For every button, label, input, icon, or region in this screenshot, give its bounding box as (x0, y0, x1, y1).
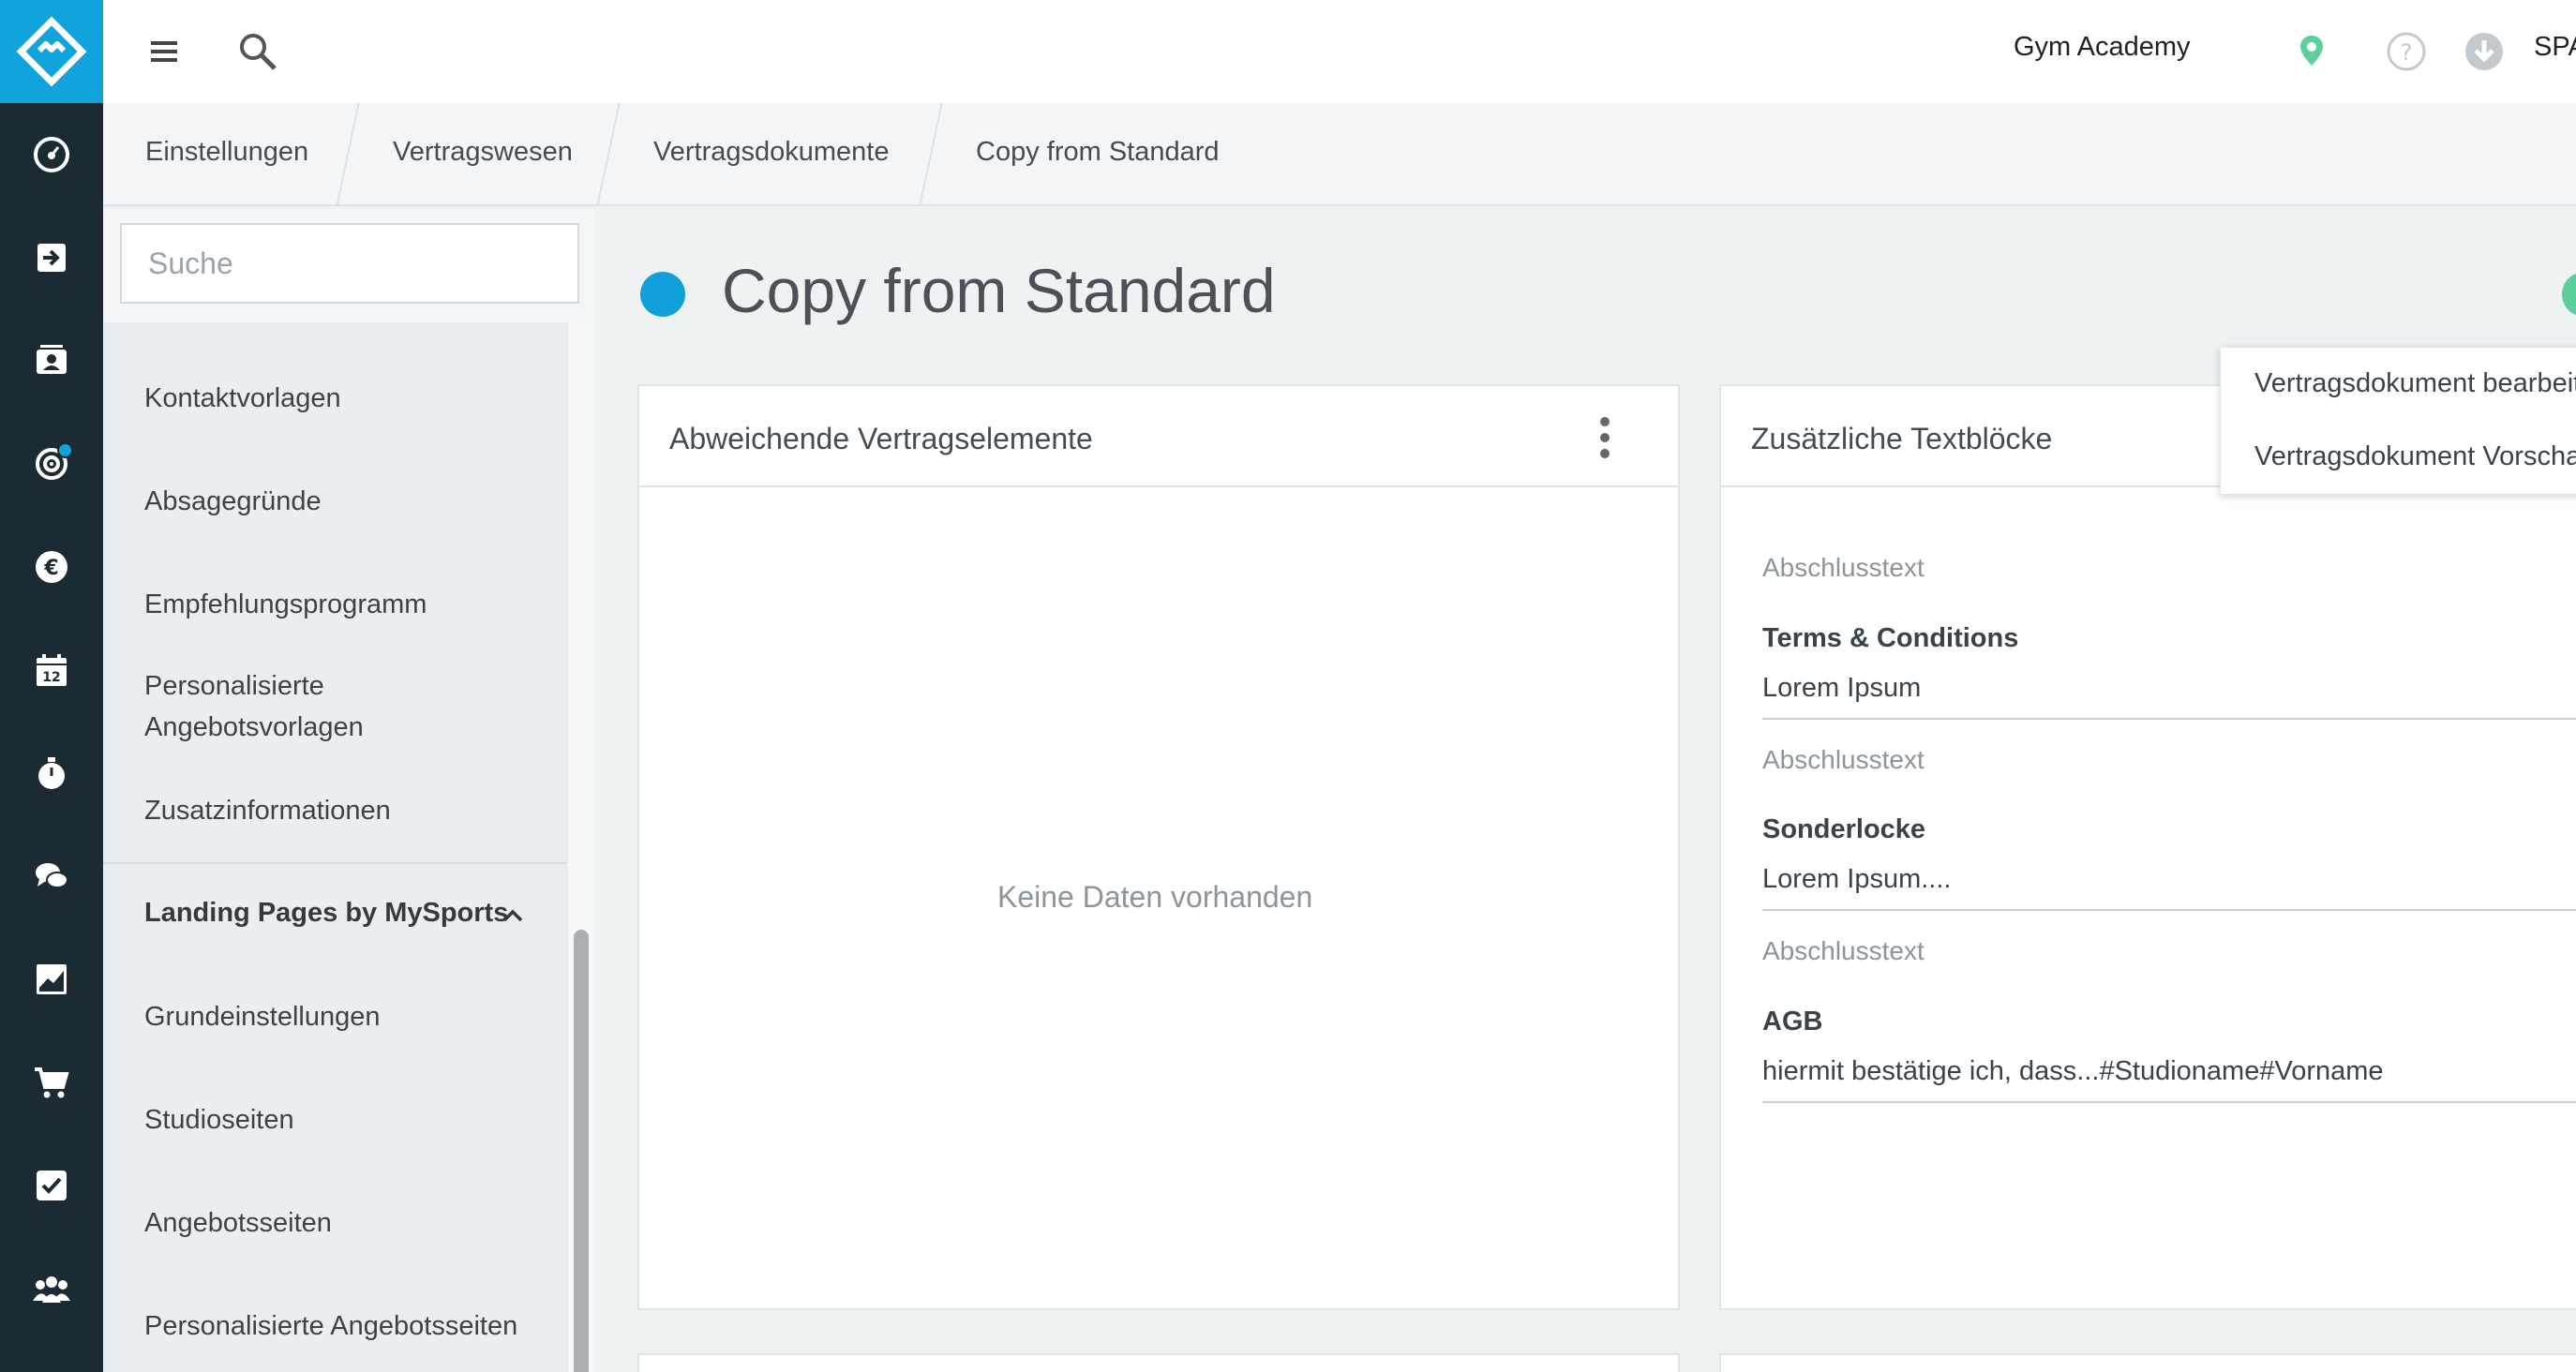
chevron-up-icon[interactable] (499, 902, 527, 930)
app-logo[interactable] (0, 0, 103, 103)
empty-state-text: Keine Daten vorhanden (997, 880, 1313, 914)
rail-analytics[interactable] (0, 928, 103, 1031)
contacts-icon (37, 345, 67, 374)
shop-cart-icon (35, 1067, 69, 1098)
menu-item-preview-document[interactable]: Vertragsdokument Vorschau (2254, 441, 2576, 472)
rail-tasks[interactable] (0, 1134, 103, 1237)
card-title: Abweichende Vertragselemente (669, 422, 1093, 455)
textblock-value: Lorem Ipsum.... (1762, 864, 1952, 894)
rail-shop[interactable] (0, 1031, 103, 1134)
card-bottom-right (1719, 1353, 2576, 1372)
download-icon[interactable] (2464, 31, 2505, 72)
textblock-label: Abschlusstext (1762, 745, 1925, 774)
timer-icon (38, 757, 65, 789)
status-indicator-green[interactable] (2562, 272, 2576, 317)
svg-text:12: 12 (42, 670, 60, 685)
rail-check-in[interactable] (0, 206, 103, 309)
sidebar-item-zusatzinformationen[interactable]: Zusatzinformationen (144, 790, 557, 831)
textblock-name: Terms & Conditions (1762, 623, 2019, 653)
card-zusaetzliche-textbloecke: Zusätzliche Textblöcke (1719, 384, 2576, 1310)
sidebar-scrollbar[interactable] (574, 930, 589, 1372)
breadcrumb-current: Copy from Standard (976, 137, 1220, 167)
textblock-value: Lorem Ipsum (1762, 673, 1922, 703)
sidebar-search-input[interactable] (120, 223, 579, 304)
textblock-label: Abschlusstext (1762, 553, 1925, 582)
svg-text:?: ? (2401, 39, 2413, 66)
textblock-underline (1762, 718, 2576, 720)
card-bottom-left (637, 1353, 1680, 1372)
menu-item-edit-document[interactable]: Vertragsdokument bearbeiten (2254, 368, 2576, 399)
euro-icon: € (36, 551, 67, 583)
search-button[interactable] (234, 28, 281, 75)
sidebar-item-personalisierte-angebotsvorlagen[interactable]: Personalisierte Angebotsvorlagen (144, 665, 426, 748)
calendar-icon: 12 (37, 654, 67, 686)
page-title: Copy from Standard (722, 256, 1276, 325)
textblock-label: Abschlusstext (1762, 936, 1925, 965)
dashboard-icon (34, 137, 69, 172)
rail-chat[interactable] (0, 825, 103, 928)
sidebar-item-grundeinstellungen[interactable]: Grundeinstellungen (144, 996, 557, 1037)
breadcrumb-contract-documents[interactable]: Vertragsdokumente (653, 137, 889, 168)
sidebar-divider (103, 862, 566, 864)
actions-dropdown: Vertragsdokument bearbeiten Vertragsdoku… (2220, 347, 2576, 495)
sidebar-item-empfehlungsprogramm[interactable]: Empfehlungsprogramm (144, 584, 557, 625)
textblock-name: Sonderlocke (1762, 814, 1926, 844)
rail-timer[interactable] (0, 722, 103, 825)
rail-leads[interactable] (0, 412, 103, 515)
rail-dashboard[interactable] (0, 103, 103, 206)
rail-contacts[interactable] (0, 309, 103, 412)
notification-dot (57, 442, 73, 458)
top-bar (103, 0, 2576, 103)
textblock-underline (1762, 909, 2576, 911)
breadcrumb-separator (596, 103, 621, 206)
textblock-underline (1762, 1101, 2576, 1103)
svg-text:€: € (43, 557, 58, 580)
breadcrumb: Einstellungen Vertragswesen Vertragsdoku… (103, 103, 2576, 206)
status-indicator-blue (640, 272, 685, 317)
members-icon (33, 1276, 70, 1303)
textblock-name: AGB (1762, 1007, 1823, 1036)
sidebar-item-kontaktvorlagen[interactable]: Kontaktvorlagen (144, 378, 557, 419)
hamburger-icon (151, 41, 177, 62)
card-header: Abweichende Vertragselemente (639, 386, 1678, 487)
icon-rail: € 12 (0, 0, 103, 1372)
chat-icon (36, 863, 68, 888)
search-icon (240, 34, 277, 70)
sidebar-item-angebotsseiten[interactable]: Angebotsseiten (144, 1202, 557, 1244)
tasks-icon (37, 1171, 67, 1200)
sidebar-section-landing-pages[interactable]: Landing Pages by MySports (144, 898, 508, 929)
breadcrumb-separator (919, 103, 943, 206)
textblock-value: hiermit bestätige ich, dass...#Studionam… (1762, 1056, 2384, 1086)
rail-calendar[interactable]: 12 (0, 619, 103, 722)
help-icon[interactable]: ? (2386, 31, 2427, 72)
menu-button[interactable] (145, 33, 183, 70)
settings-sidebar: Kontaktvorlagen Absagegründe Empfehlungs… (103, 208, 594, 1372)
user-menu[interactable]: SPA (2534, 32, 2576, 63)
sidebar-item-personalisierte-angebotsseiten[interactable]: Personalisierte Angebotsseiten (144, 1305, 557, 1347)
analytics-icon (37, 964, 67, 994)
sidebar-search-area (103, 208, 594, 322)
location-pin-icon[interactable] (2299, 34, 2325, 67)
rail-finance[interactable]: € (0, 515, 103, 619)
breadcrumb-contracts[interactable]: Vertragswesen (393, 137, 573, 168)
rail-members[interactable] (0, 1237, 103, 1340)
logo-icon (16, 16, 87, 87)
check-in-icon (37, 244, 66, 272)
sidebar-item-studioseiten[interactable]: Studioseiten (144, 1099, 557, 1141)
sidebar-item-absagegruende[interactable]: Absagegründe (144, 481, 557, 522)
studio-name[interactable]: Gym Academy (2014, 32, 2191, 63)
card-title: Zusätzliche Textblöcke (1751, 422, 2053, 455)
breadcrumb-settings[interactable]: Einstellungen (145, 137, 308, 168)
breadcrumb-separator (336, 103, 360, 206)
card-abweichende-vertragselemente: Abweichende Vertragselemente Keine Daten… (637, 384, 1680, 1310)
more-options-icon[interactable] (1595, 414, 1614, 461)
